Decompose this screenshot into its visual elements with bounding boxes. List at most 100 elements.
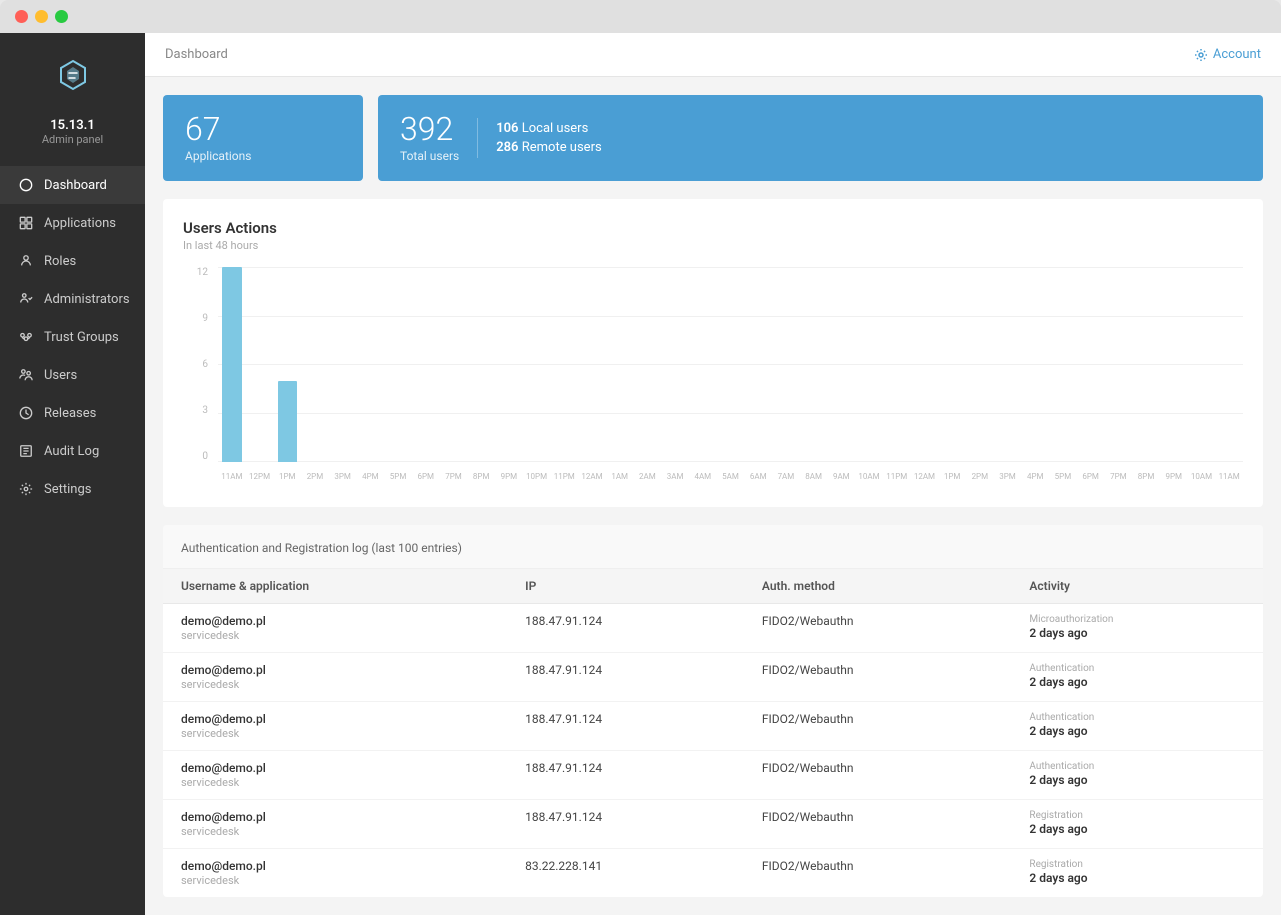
window-dot-red[interactable]	[15, 10, 28, 23]
activity-type: Authentication	[1029, 663, 1245, 674]
app-name: servicedesk	[181, 678, 489, 691]
account-button[interactable]: Account	[1194, 47, 1261, 62]
bar-col	[744, 267, 772, 462]
td-activity: Authentication 2 days ago	[1011, 702, 1263, 751]
x-label: 7AM	[772, 472, 800, 481]
bar-col	[301, 267, 329, 462]
col-auth: Auth. method	[744, 569, 1012, 604]
log-header-title: Authentication and Registration log (las…	[181, 541, 462, 555]
sidebar-item-applications[interactable]: Applications	[0, 204, 145, 242]
x-label: 6PM	[412, 472, 440, 481]
window-dot-yellow[interactable]	[35, 10, 48, 23]
x-labels: 11AM12PM1PM2PM3PM4PM5PM6PM7PM8PM9PM10PM1…	[218, 465, 1243, 487]
bar-col	[689, 267, 717, 462]
x-label: 12AM	[911, 472, 939, 481]
bar-col	[495, 267, 523, 462]
sidebar-item-audit-log[interactable]: Audit Log	[0, 432, 145, 470]
td-ip: 188.47.91.124	[507, 751, 744, 800]
td-ip: 188.47.91.124	[507, 653, 744, 702]
x-label: 8PM	[1132, 472, 1160, 481]
activity-type: Registration	[1029, 810, 1245, 821]
applications-label: Applications	[185, 149, 341, 163]
bar-col	[1160, 267, 1188, 462]
bar-col	[578, 267, 606, 462]
username: demo@demo.pl	[181, 614, 489, 628]
bar-col	[883, 267, 911, 462]
td-ip: 188.47.91.124	[507, 604, 744, 653]
stat-sub-info: 106 Local users 286 Remote users	[496, 121, 602, 155]
table-row: demo@demo.pl servicedesk 188.47.91.124 F…	[163, 702, 1263, 751]
x-label: 3PM	[994, 472, 1022, 481]
log-table-body: demo@demo.pl servicedesk 188.47.91.124 F…	[163, 604, 1263, 898]
sidebar-item-label-audit-log: Audit Log	[44, 444, 99, 459]
sidebar-logo	[0, 33, 145, 113]
bar-col	[966, 267, 994, 462]
window-dot-green[interactable]	[55, 10, 68, 23]
app-name: servicedesk	[181, 874, 489, 887]
sidebar-item-trust-groups[interactable]: Trust Groups	[0, 318, 145, 356]
td-auth: FIDO2/Webauthn	[744, 604, 1012, 653]
username: demo@demo.pl	[181, 761, 489, 775]
x-label: 10AM	[1188, 472, 1216, 481]
td-username: demo@demo.pl servicedesk	[163, 849, 507, 898]
td-activity: Authentication 2 days ago	[1011, 751, 1263, 800]
td-auth: FIDO2/Webauthn	[744, 849, 1012, 898]
total-users-number: 392	[400, 113, 459, 145]
bar-col	[357, 267, 385, 462]
sidebar-item-label-settings: Settings	[44, 482, 91, 497]
activity-type: Authentication	[1029, 761, 1245, 772]
sidebar-item-label-applications: Applications	[44, 216, 116, 231]
activity-time: 2 days ago	[1029, 675, 1245, 689]
col-activity: Activity	[1011, 569, 1263, 604]
x-label: 9AM	[827, 472, 855, 481]
audit-log-icon	[18, 443, 34, 459]
logo-mark	[53, 58, 93, 98]
chart-title: Users Actions	[183, 219, 1243, 237]
activity-type: Registration	[1029, 859, 1245, 870]
log-section: Authentication and Registration log (las…	[163, 525, 1263, 897]
sidebar-item-settings[interactable]: Settings	[0, 470, 145, 508]
bar-col	[1188, 267, 1216, 462]
account-label: Account	[1213, 47, 1261, 62]
col-username: Username & application	[163, 569, 507, 604]
x-label: 5AM	[717, 472, 745, 481]
x-label: 1PM	[273, 472, 301, 481]
bar	[222, 267, 241, 462]
sidebar-item-administrators[interactable]: Administrators	[0, 280, 145, 318]
x-label: 2AM	[634, 472, 662, 481]
bar-col	[717, 267, 745, 462]
bar-col	[827, 267, 855, 462]
log-header: Authentication and Registration log (las…	[163, 525, 1263, 569]
roles-icon	[18, 253, 34, 269]
td-username: demo@demo.pl servicedesk	[163, 800, 507, 849]
content-area: 67 Applications 392 Total users 106	[145, 77, 1281, 915]
x-label: 7PM	[1105, 472, 1133, 481]
x-label: 8AM	[800, 472, 828, 481]
sidebar-item-users[interactable]: Users	[0, 356, 145, 394]
bar-col	[1105, 267, 1133, 462]
sidebar-item-dashboard[interactable]: Dashboard	[0, 166, 145, 204]
sidebar-item-roles[interactable]: Roles	[0, 242, 145, 280]
sidebar: 15.13.1 Admin panel Dashboard Applicatio…	[0, 33, 145, 915]
x-label: 12AM	[578, 472, 606, 481]
x-label: 6AM	[744, 472, 772, 481]
users-icon	[18, 367, 34, 383]
td-ip: 83.22.228.141	[507, 849, 744, 898]
td-activity: Registration 2 days ago	[1011, 800, 1263, 849]
username: demo@demo.pl	[181, 663, 489, 677]
stat-applications: 67 Applications	[163, 95, 363, 181]
bar-col	[467, 267, 495, 462]
sidebar-item-releases[interactable]: Releases	[0, 394, 145, 432]
table-row: demo@demo.pl servicedesk 188.47.91.124 F…	[163, 653, 1263, 702]
bar-col	[634, 267, 662, 462]
bar-col	[273, 267, 301, 462]
sidebar-item-label-trust-groups: Trust Groups	[44, 330, 119, 345]
log-table-header: Username & application IP Auth. method A…	[163, 569, 1263, 604]
username: demo@demo.pl	[181, 810, 489, 824]
x-label: 11AM	[1215, 472, 1243, 481]
total-users-label: Total users	[400, 149, 459, 163]
td-auth: FIDO2/Webauthn	[744, 751, 1012, 800]
gear-icon	[1194, 48, 1208, 62]
bar-col	[1077, 267, 1105, 462]
x-label: 12PM	[246, 472, 274, 481]
